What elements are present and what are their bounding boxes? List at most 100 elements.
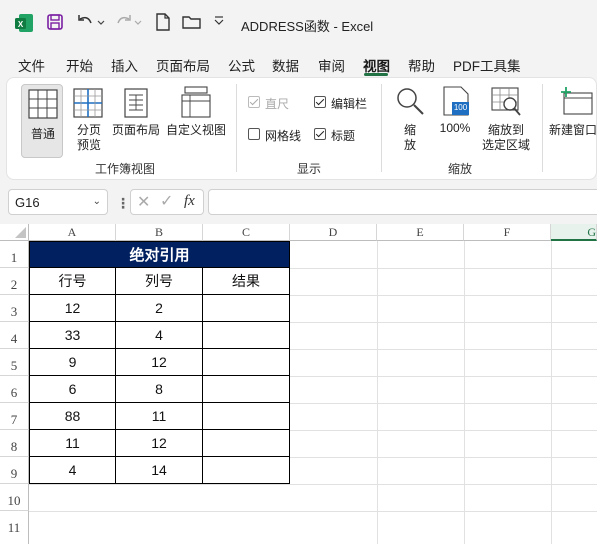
formula-bar-checkbox[interactable] [314, 96, 326, 108]
table-cell[interactable]: 88 [29, 403, 116, 430]
new-window-button[interactable]: 新建窗口 [547, 84, 597, 158]
row-header[interactable]: 5 [0, 349, 29, 376]
ruler-label: 直尺 [265, 97, 290, 111]
table-cell[interactable] [203, 322, 290, 349]
gridline [290, 457, 597, 458]
menu-insert[interactable]: 插入 [111, 55, 138, 75]
menu-review[interactable]: 审阅 [318, 55, 345, 75]
open-folder-icon[interactable] [182, 13, 202, 34]
formula-controls: ✕ ✓ fx [130, 189, 204, 215]
new-file-icon[interactable] [155, 13, 171, 34]
table-cell[interactable]: 6 [29, 376, 116, 403]
row-header[interactable]: 10 [0, 484, 29, 511]
menu-data[interactable]: 数据 [272, 55, 299, 75]
header-cell[interactable]: 结果 [203, 268, 290, 295]
table-cell[interactable] [203, 295, 290, 322]
table-cell[interactable]: 12 [116, 349, 203, 376]
zoom-button[interactable]: 缩 放 [393, 84, 427, 158]
gridline [290, 376, 597, 377]
menu-pdf-tools[interactable]: PDF工具集 [453, 55, 521, 75]
undo-icon[interactable] [76, 13, 106, 34]
ruler-checkbox[interactable] [248, 96, 260, 108]
table-cell[interactable]: 12 [116, 430, 203, 457]
header-cell[interactable]: 行号 [29, 268, 116, 295]
insert-function-icon[interactable]: fx [184, 193, 195, 210]
menu-help[interactable]: 帮助 [408, 55, 435, 75]
table-title-cell[interactable]: 绝对引用 [29, 241, 290, 268]
table-cell[interactable] [203, 403, 290, 430]
group-separator [236, 84, 237, 172]
column-header[interactable]: C [203, 224, 290, 241]
headings-label: 标题 [331, 129, 356, 143]
svg-text:X: X [18, 20, 24, 29]
header-cell[interactable]: 列号 [116, 268, 203, 295]
row-header[interactable]: 6 [0, 376, 29, 403]
table-cell[interactable] [203, 349, 290, 376]
table-cell[interactable] [203, 430, 290, 457]
gridline [464, 241, 465, 544]
save-icon[interactable] [46, 13, 64, 34]
table-cell[interactable]: 9 [29, 349, 116, 376]
formula-input[interactable] [208, 189, 597, 215]
select-all-corner[interactable] [0, 224, 29, 241]
table-cell[interactable] [203, 376, 290, 403]
column-header[interactable]: D [290, 224, 377, 241]
zoom-label-2: 放 [403, 138, 416, 152]
name-box-value: G16 [15, 195, 40, 210]
page-layout-label: 页面布局 [111, 123, 160, 137]
custom-views-icon [181, 86, 211, 121]
column-header[interactable]: F [464, 224, 551, 241]
column-header[interactable]: A [29, 224, 116, 241]
redo-icon[interactable] [113, 13, 143, 34]
more-options-icon[interactable]: ⋮ [116, 195, 130, 212]
table-cell[interactable] [203, 457, 290, 484]
table-cell[interactable]: 8 [116, 376, 203, 403]
page-break-preview-button[interactable]: 分页 预览 [69, 84, 109, 158]
gridline [290, 322, 597, 323]
gridlines-label: 网格线 [265, 129, 302, 143]
row-header[interactable]: 9 [0, 457, 29, 484]
zoom-to-selection-button[interactable]: 缩放到 选定区域 [479, 84, 533, 158]
menu-page-layout[interactable]: 页面布局 [156, 55, 210, 75]
menu-view[interactable]: 视图 [363, 55, 390, 75]
row-header[interactable]: 11 [0, 511, 29, 544]
chevron-down-icon[interactable]: ⌄ [93, 196, 101, 207]
column-header[interactable]: B [116, 224, 203, 241]
gridline [290, 349, 597, 350]
column-header-selected[interactable]: G [551, 224, 597, 241]
row-header[interactable]: 2 [0, 268, 29, 295]
table-cell[interactable]: 11 [116, 403, 203, 430]
table-cell[interactable]: 33 [29, 322, 116, 349]
table-cell[interactable]: 4 [29, 457, 116, 484]
normal-view-button[interactable]: 普通 [21, 84, 63, 158]
row-header[interactable]: 7 [0, 403, 29, 430]
table-cell[interactable]: 14 [116, 457, 203, 484]
column-header[interactable]: E [377, 224, 464, 241]
menu-formulas[interactable]: 公式 [228, 55, 255, 75]
table-cell[interactable]: 2 [116, 295, 203, 322]
customize-quick-access-icon[interactable] [214, 15, 224, 30]
window-title: ADDRESS函数 - Excel [241, 19, 374, 34]
menu-file[interactable]: 文件 [18, 55, 45, 75]
page-break-label-2: 预览 [76, 138, 101, 152]
row-header[interactable]: 3 [0, 295, 29, 322]
excel-logo-icon: X [14, 13, 34, 36]
row-header[interactable]: 8 [0, 430, 29, 457]
zoom-selection-icon [491, 87, 521, 120]
page-layout-view-button[interactable]: 页面布局 [109, 84, 163, 158]
headings-checkbox[interactable] [314, 128, 326, 140]
custom-views-button[interactable]: 自定义视图 [165, 84, 227, 158]
row-header[interactable]: 4 [0, 322, 29, 349]
zoom-100-button[interactable]: 100 100% [435, 84, 475, 158]
gridline [290, 268, 597, 269]
table-cell[interactable]: 4 [116, 322, 203, 349]
name-box[interactable]: G16 ⌄ [8, 189, 108, 215]
gridline [551, 241, 552, 544]
gridlines-checkbox[interactable] [248, 128, 260, 140]
confirm-icon[interactable]: ✓ [160, 191, 173, 211]
row-header[interactable]: 1 [0, 241, 29, 268]
cancel-icon[interactable]: ✕ [137, 192, 150, 212]
table-cell[interactable]: 12 [29, 295, 116, 322]
table-cell[interactable]: 11 [29, 430, 116, 457]
menu-home[interactable]: 开始 [66, 55, 93, 75]
